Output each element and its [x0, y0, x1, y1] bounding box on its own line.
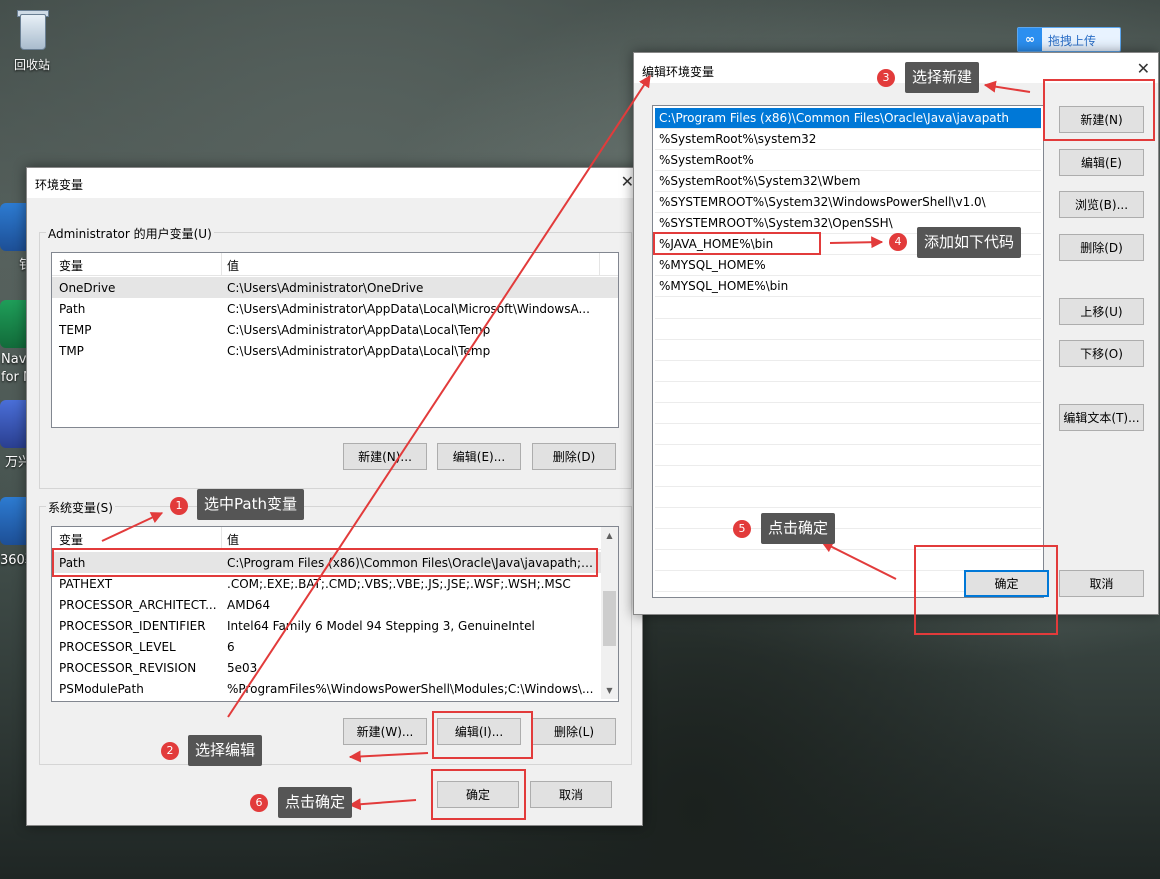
arrow-to-edit-dialog [227, 74, 651, 718]
step-badge-5: 5 [733, 520, 751, 538]
step-label-3: 选择新建 [905, 62, 980, 93]
step-label-1: 选中Path变量 [197, 489, 304, 520]
step-badge-1: 1 [170, 497, 188, 515]
step-badge-3: 3 [877, 69, 895, 87]
arrow-step-6 [348, 798, 417, 811]
step-badge-2: 2 [161, 742, 179, 760]
step-badge-4: 4 [889, 233, 907, 251]
step-label-4: 添加如下代码 [917, 227, 1022, 258]
arrow-step-2 [348, 750, 429, 763]
arrow-step-3 [983, 80, 1031, 93]
arrow-step-4 [829, 236, 884, 249]
step-label-5: 点击确定 [761, 513, 836, 544]
arrow-step-5 [820, 541, 897, 580]
step-badge-6: 6 [250, 794, 268, 812]
step-label-2: 选择编辑 [188, 735, 263, 766]
step-label-6: 点击确定 [278, 787, 353, 818]
arrow-step-1 [101, 512, 164, 542]
